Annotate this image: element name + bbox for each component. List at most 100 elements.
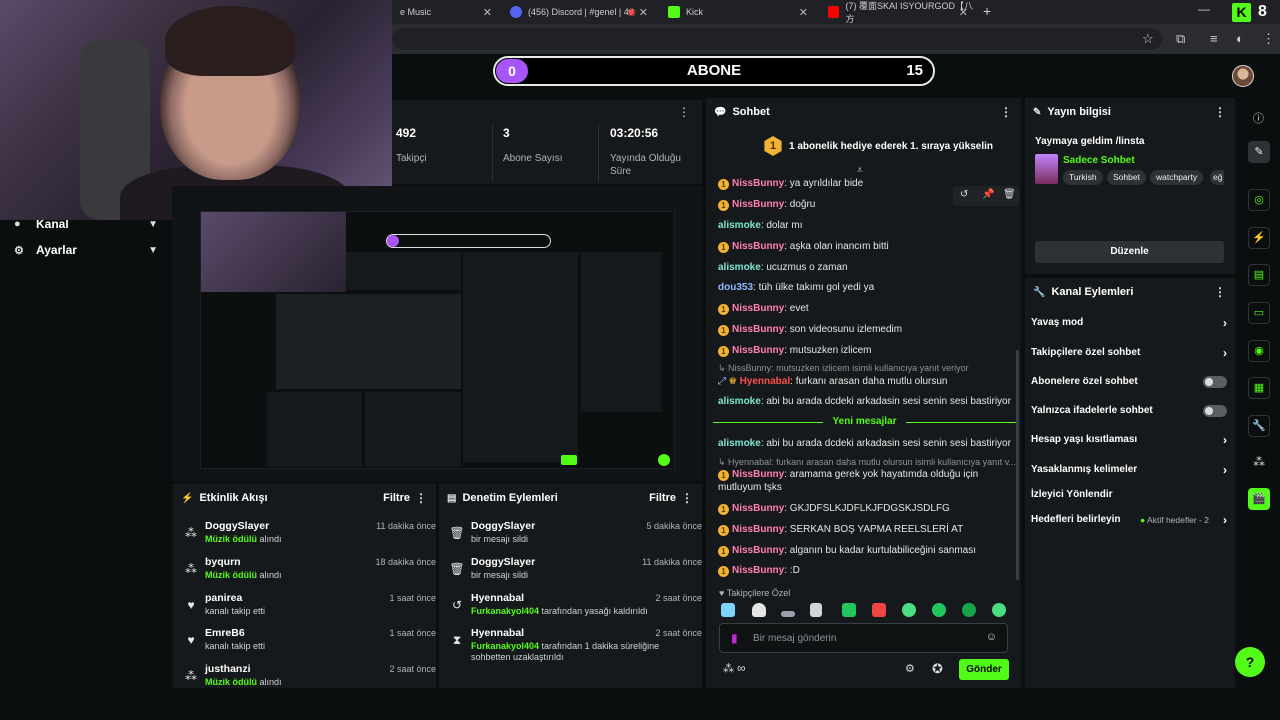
gear-icon[interactable]: ⚙ xyxy=(905,662,915,675)
emote[interactable] xyxy=(781,611,795,617)
minimize-icon[interactable]: — xyxy=(1198,2,1210,16)
star-icon[interactable]: ☆ xyxy=(1142,31,1154,47)
emote[interactable] xyxy=(992,603,1006,617)
chat-username[interactable]: NissBunny xyxy=(732,503,784,514)
chat-username[interactable]: NissBunny xyxy=(732,469,784,480)
document-icon[interactable]: ▤ xyxy=(1248,264,1270,286)
more-icon[interactable]: ⋮ xyxy=(681,491,693,505)
tag[interactable]: Sohbet xyxy=(1107,170,1146,185)
pencil-icon[interactable]: ✎ xyxy=(1248,141,1270,163)
chat-username[interactable]: NissBunny xyxy=(732,178,784,189)
action-account-age[interactable]: Hesap yaşı kısıtlaması › xyxy=(1031,431,1229,449)
browser-tab-kick[interactable]: Kick ✕ xyxy=(660,0,816,24)
tag[interactable]: eğ xyxy=(1210,170,1224,185)
media-icon[interactable]: ≡ xyxy=(1210,31,1218,46)
kick-points-icon[interactable]: ⁂ xyxy=(723,662,734,675)
emote[interactable] xyxy=(902,603,916,617)
browser-tab-discord[interactable]: (456) Discord | #genel | 40 ◉ ✕ xyxy=(502,0,656,24)
emoji-icon[interactable]: ☺ xyxy=(986,631,997,643)
stream-category[interactable]: Sadece Sohbet xyxy=(1063,155,1135,166)
address-bar[interactable] xyxy=(392,28,1162,50)
chat-username[interactable]: NissBunny xyxy=(732,324,784,335)
toggle[interactable] xyxy=(1203,405,1227,417)
wrench-icon[interactable]: 🔧 xyxy=(1248,415,1270,437)
event-user[interactable]: Hyennabal xyxy=(471,627,524,639)
action-banned-words[interactable]: Yasaklanmış kelimeler › xyxy=(1031,461,1229,479)
lightning-icon[interactable]: ⚡ xyxy=(1248,227,1270,249)
chat-username[interactable]: NissBunny xyxy=(732,303,784,314)
chat-username[interactable]: NissBunny xyxy=(732,345,784,356)
chat-username[interactable]: NissBunny xyxy=(732,199,784,210)
chat-icon[interactable]: ▭ xyxy=(1248,302,1270,324)
filter-button[interactable]: Filtre xyxy=(383,492,410,504)
close-icon[interactable]: ✕ xyxy=(483,6,492,19)
more-icon[interactable]: ⋮ xyxy=(415,491,427,505)
chat-input[interactable]: ▮ Bir mesaj gönderin ☺ xyxy=(719,623,1008,653)
event-user[interactable]: justhanzi xyxy=(205,663,251,675)
chat-username[interactable]: NissBunny xyxy=(732,565,784,576)
event-user[interactable]: Hyennabal xyxy=(471,592,524,604)
chat-username[interactable]: dou353 xyxy=(718,282,753,293)
help-button[interactable]: ? xyxy=(1235,647,1265,677)
extensions-icon[interactable]: ⧉ xyxy=(1176,31,1185,47)
browser-tab-music[interactable]: e Music ✕ xyxy=(392,0,500,24)
info-icon[interactable]: ⓘ xyxy=(1253,110,1264,126)
close-icon[interactable]: ✕ xyxy=(959,6,968,19)
stream-preview[interactable] xyxy=(200,211,675,469)
event-user[interactable]: byqurn xyxy=(205,556,241,568)
menu-icon[interactable]: ⋮ xyxy=(1262,31,1275,47)
event-user[interactable]: EmreB6 xyxy=(205,627,245,639)
emote[interactable] xyxy=(721,603,735,617)
broadcast-icon[interactable]: ◉ xyxy=(1248,340,1270,362)
event-user[interactable]: DoggySlayer xyxy=(205,520,269,532)
close-icon[interactable]: ✕ xyxy=(639,6,648,19)
chat-scrollbar[interactable] xyxy=(1016,350,1019,580)
chat-username[interactable]: alismoke xyxy=(718,438,761,449)
emote[interactable] xyxy=(752,603,766,617)
microphone-icon[interactable]: ▮ xyxy=(731,631,738,645)
event-user[interactable]: DoggySlayer xyxy=(471,520,535,532)
emote[interactable] xyxy=(842,603,856,617)
emote[interactable] xyxy=(932,603,946,617)
event-user[interactable]: panirea xyxy=(205,592,242,604)
action-host[interactable]: İzleyici Yönlendir xyxy=(1031,486,1229,504)
filter-button[interactable]: Filtre xyxy=(649,492,676,504)
layout-icon[interactable]: ▦ xyxy=(1248,377,1270,399)
chat-username[interactable]: alismoke xyxy=(718,396,761,407)
chat-username[interactable]: alismoke xyxy=(718,262,761,273)
emote[interactable] xyxy=(962,603,976,617)
toggle[interactable] xyxy=(1203,376,1227,388)
more-icon[interactable]: ⋮ xyxy=(1000,105,1012,119)
tag[interactable]: Turkish xyxy=(1063,170,1103,185)
chat-username[interactable]: NissBunny xyxy=(732,524,784,535)
chat-username[interactable]: NissBunny xyxy=(732,545,784,556)
points-icon[interactable]: ⁂ xyxy=(1253,455,1265,469)
action-slow-mode[interactable]: Yavaş mod › xyxy=(1031,314,1229,332)
badge-icon[interactable]: ✪ xyxy=(932,661,943,677)
browser-tab-youtube[interactable]: (7) 覆面SKAI ISYOURGOD【八方 ✕ xyxy=(820,0,976,24)
chat-text: ucuzmus o zaman xyxy=(766,262,848,273)
action-goals[interactable]: Hedefleri belirleyin ● Aktif hedefler - … xyxy=(1031,511,1229,529)
close-icon[interactable]: ✕ xyxy=(799,6,808,19)
chat-text: ya ayrıldılar bide xyxy=(789,178,864,189)
action-followers-only[interactable]: Takipçilere özel sohbet › xyxy=(1031,344,1229,362)
edit-button[interactable]: Düzenle xyxy=(1035,241,1224,263)
chat-username[interactable]: NissBunny xyxy=(732,241,784,252)
chat-username[interactable]: Hyennabal xyxy=(740,376,791,387)
emote[interactable] xyxy=(810,603,822,617)
profile-icon[interactable]: ◐ xyxy=(1236,31,1244,46)
event-user[interactable]: DoggySlayer xyxy=(471,556,535,568)
tag[interactable]: watchparty xyxy=(1150,170,1204,185)
chevron-down-icon[interactable]: ⩡ xyxy=(857,165,863,176)
avatar[interactable] xyxy=(1232,65,1254,87)
send-button[interactable]: Gönder xyxy=(959,659,1009,680)
clapper-icon[interactable]: 🎬 xyxy=(1248,488,1270,510)
focus-icon[interactable]: ◎ xyxy=(1248,189,1270,211)
more-icon[interactable]: ⋮ xyxy=(1214,285,1226,299)
sidebar-item-ayarlar[interactable]: ⚙ Ayarlar ▼ xyxy=(14,240,164,260)
emote[interactable] xyxy=(872,603,886,617)
new-tab-button[interactable]: + xyxy=(983,3,991,19)
more-icon[interactable]: ⋮ xyxy=(1214,105,1226,119)
more-icon[interactable]: ⋮ xyxy=(678,105,690,119)
chat-username[interactable]: alismoke xyxy=(718,220,761,231)
